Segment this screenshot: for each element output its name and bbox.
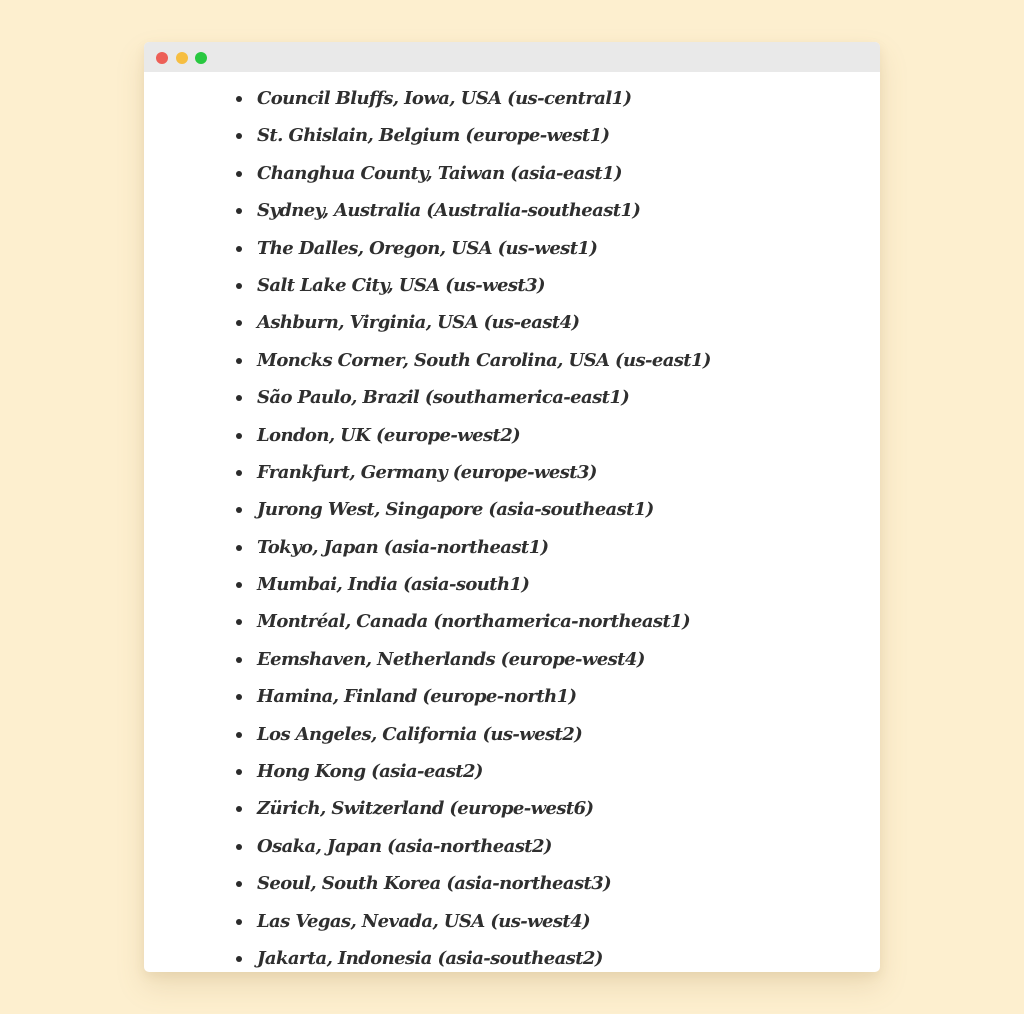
bullet-icon: [236, 918, 242, 925]
region-label: Seoul, South Korea (asia-northeast3): [257, 873, 612, 895]
bullet-icon: [236, 582, 242, 589]
bullet-icon: [236, 245, 242, 252]
region-label: São Paulo, Brazil (southamerica-east1): [257, 387, 630, 409]
bullet-icon: [236, 694, 242, 701]
bullet-icon: [236, 806, 242, 813]
list-item: Changhua County, Taiwan (asia-east1): [232, 155, 711, 192]
region-label: Ashburn, Virginia, USA (us-east4): [257, 312, 580, 334]
region-label: Changhua County, Taiwan (asia-east1): [257, 162, 623, 184]
list-item: Tokyo, Japan (asia-northeast1): [232, 529, 711, 566]
bullet-icon: [236, 619, 242, 626]
list-item: Frankfurt, Germany (europe-west3): [232, 454, 711, 491]
bullet-icon: [236, 881, 242, 888]
list-item: Jakarta, Indonesia (asia-southeast2): [232, 940, 711, 972]
list-item: Los Angeles, California (us-west2): [232, 716, 711, 753]
region-label: Frankfurt, Germany (europe-west3): [257, 461, 597, 483]
bullet-icon: [236, 170, 242, 177]
list-item: Sydney, Australia (Australia-southeast1): [232, 192, 711, 229]
list-item: London, UK (europe-west2): [232, 417, 711, 454]
region-label: Hong Kong (asia-east2): [257, 761, 483, 783]
region-label: Los Angeles, California (us-west2): [257, 723, 583, 745]
list-item: Ashburn, Virginia, USA (us-east4): [232, 304, 711, 341]
region-label: Las Vegas, Nevada, USA (us-west4): [257, 910, 591, 932]
list-item: Zürich, Switzerland (europe-west6): [232, 790, 711, 827]
list-item: Eemshaven, Netherlands (europe-west4): [232, 641, 711, 678]
list-item: Moncks Corner, South Carolina, USA (us-e…: [232, 342, 711, 379]
bullet-icon: [236, 955, 242, 962]
bullet-icon: [236, 395, 242, 402]
bullet-icon: [236, 282, 242, 289]
minimize-window-button[interactable]: [176, 52, 188, 64]
list-item: Hong Kong (asia-east2): [232, 753, 711, 790]
region-label: London, UK (europe-west2): [257, 424, 521, 446]
region-label: Jakarta, Indonesia (asia-southeast2): [257, 947, 603, 969]
list-item: Seoul, South Korea (asia-northeast3): [232, 865, 711, 902]
region-label: Hamina, Finland (europe-north1): [257, 686, 577, 708]
list-item: Hamina, Finland (europe-north1): [232, 678, 711, 715]
bullet-icon: [236, 544, 242, 551]
region-label: Jurong West, Singapore (asia-southeast1): [257, 499, 654, 521]
bullet-icon: [236, 320, 242, 327]
list-item: Council Bluffs, Iowa, USA (us-central1): [232, 80, 711, 117]
bullet-icon: [236, 656, 242, 663]
region-label: Tokyo, Japan (asia-northeast1): [257, 536, 549, 558]
list-item: Jurong West, Singapore (asia-southeast1): [232, 491, 711, 528]
region-label: The Dalles, Oregon, USA (us-west1): [257, 237, 598, 259]
bullet-icon: [236, 133, 242, 140]
region-label: Osaka, Japan (asia-northeast2): [257, 835, 552, 857]
region-label: Salt Lake City, USA (us-west3): [257, 274, 546, 296]
list-item: São Paulo, Brazil (southamerica-east1): [232, 379, 711, 416]
list-item: Salt Lake City, USA (us-west3): [232, 267, 711, 304]
bullet-icon: [236, 731, 242, 738]
maximize-window-button[interactable]: [195, 52, 207, 64]
region-label: Moncks Corner, South Carolina, USA (us-e…: [257, 349, 711, 371]
region-label: Eemshaven, Netherlands (europe-west4): [257, 648, 645, 670]
region-label: Montréal, Canada (northamerica-northeast…: [257, 611, 691, 633]
bullet-icon: [236, 432, 242, 439]
list-item: Mumbai, India (asia-south1): [232, 566, 711, 603]
bullet-icon: [236, 357, 242, 364]
bullet-icon: [236, 769, 242, 776]
region-label: St. Ghislain, Belgium (europe-west1): [257, 125, 610, 147]
region-list: Council Bluffs, Iowa, USA (us-central1) S…: [232, 80, 711, 972]
list-item: Montréal, Canada (northamerica-northeast…: [232, 603, 711, 640]
close-window-button[interactable]: [156, 52, 168, 64]
region-label: Sydney, Australia (Australia-southeast1): [257, 200, 641, 222]
region-label: Mumbai, India (asia-south1): [257, 574, 530, 596]
list-item: Osaka, Japan (asia-northeast2): [232, 828, 711, 865]
list-item: The Dalles, Oregon, USA (us-west1): [232, 230, 711, 267]
bullet-icon: [236, 208, 242, 215]
list-item: St. Ghislain, Belgium (europe-west1): [232, 117, 711, 154]
region-label: Zürich, Switzerland (europe-west6): [257, 798, 594, 820]
region-label: Council Bluffs, Iowa, USA (us-central1): [257, 88, 632, 109]
page-content: Council Bluffs, Iowa, USA (us-central1) S…: [144, 72, 880, 972]
browser-window: Council Bluffs, Iowa, USA (us-central1) S…: [144, 42, 880, 972]
window-titlebar: [144, 42, 880, 72]
bullet-icon: [236, 843, 242, 850]
list-item: Las Vegas, Nevada, USA (us-west4): [232, 903, 711, 940]
bullet-icon: [236, 96, 242, 102]
bullet-icon: [236, 469, 242, 476]
bullet-icon: [236, 507, 242, 514]
